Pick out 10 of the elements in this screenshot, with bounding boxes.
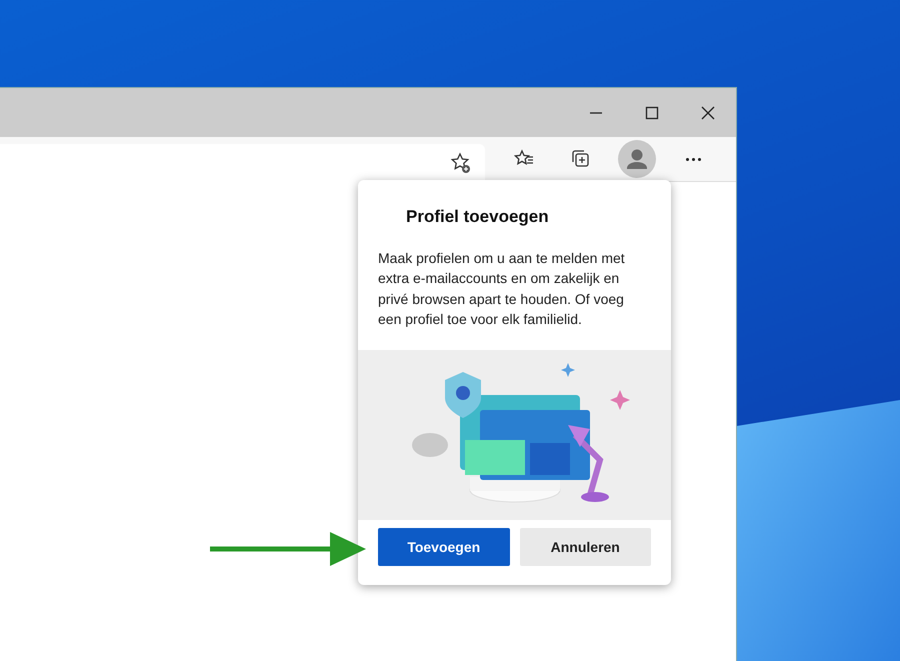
close-icon bbox=[701, 106, 715, 120]
maximize-icon bbox=[645, 106, 659, 120]
popup-description: Maak profielen om u aan te melden met extra e-mailaccounts en om zakelijk en privé browsen apart te houden. Of voeg een profiel toe voor elk familielid. bbox=[378, 248, 626, 329]
popup-title: Profiel toevoegen bbox=[406, 206, 550, 228]
avatar-icon bbox=[618, 140, 656, 178]
more-icon bbox=[686, 158, 700, 160]
cancel-button[interactable]: Annuleren bbox=[520, 528, 651, 566]
star-plus-icon bbox=[450, 152, 472, 174]
minimize-icon bbox=[589, 112, 603, 114]
add-button[interactable]: Toevoegen bbox=[378, 528, 510, 566]
